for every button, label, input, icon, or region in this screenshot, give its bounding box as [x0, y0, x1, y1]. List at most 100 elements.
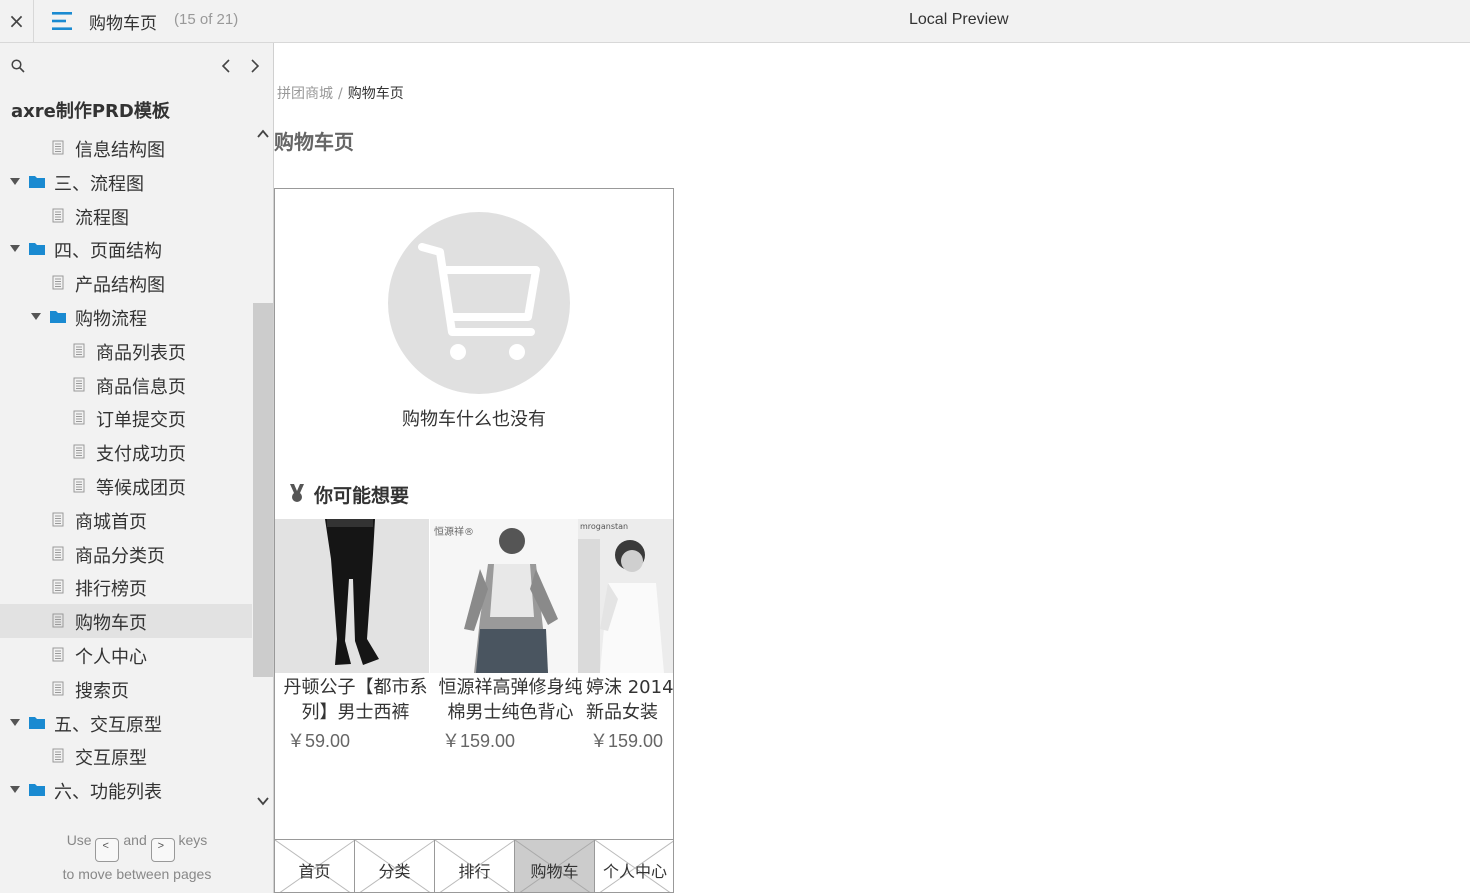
- scroll-up-icon[interactable]: [256, 127, 270, 141]
- product-card[interactable]: mroganstan 婷沫 2014新品女装 宽松 ￥159.00: [578, 519, 674, 759]
- caret-down-icon[interactable]: [10, 245, 20, 253]
- tree-item-label: 等候成团页: [96, 478, 186, 499]
- product-photo: 恒源祥®: [430, 519, 584, 673]
- tab-category[interactable]: 分类: [355, 840, 435, 892]
- brand-logo: 恒源祥®: [434, 525, 474, 538]
- folder-icon: [50, 311, 66, 323]
- product-name: 恒源祥高弹修身纯棉男士纯色背心: [438, 677, 583, 723]
- keyboard-hint: Use < and > keys to move between pages: [0, 828, 273, 887]
- product-image: 恒源祥®: [430, 519, 584, 673]
- page-icon: [73, 410, 85, 425]
- product-image: mroganstan: [578, 519, 673, 673]
- current-page-name: 购物车页: [89, 14, 157, 34]
- next-key-icon: >: [150, 838, 175, 862]
- tree-page[interactable]: 等候成团页: [0, 469, 252, 503]
- empty-cart-illustration: [388, 212, 570, 394]
- tree-item-label: 搜索页: [75, 680, 129, 702]
- next-page-button[interactable]: [245, 55, 265, 77]
- tree-page[interactable]: 排行榜页: [0, 570, 252, 604]
- tree-item-label: 流程图: [75, 207, 129, 229]
- page-icon: [52, 275, 64, 290]
- tree-page[interactable]: 信息结构图: [0, 131, 252, 165]
- caret-down-icon[interactable]: [31, 313, 41, 321]
- menu-icon[interactable]: [50, 11, 74, 31]
- scrollbar-thumb[interactable]: [253, 303, 273, 677]
- product-photo: mroganstan: [578, 519, 673, 673]
- tree-item-label: 商品信息页: [96, 376, 186, 398]
- tab-profile[interactable]: 个人中心: [595, 840, 673, 892]
- tree-page[interactable]: 交互原型: [0, 739, 252, 773]
- page-icon: [73, 377, 85, 392]
- tree-folder[interactable]: 四、页面结构: [0, 232, 252, 266]
- tree-page[interactable]: 搜索页: [0, 672, 252, 706]
- page-icon: [52, 546, 64, 561]
- tab-label: 排行: [458, 862, 491, 881]
- page-icon: [52, 748, 64, 763]
- chevron-left-icon: [221, 59, 230, 73]
- page-icon: [52, 681, 64, 696]
- tree-folder[interactable]: 六、功能列表: [0, 773, 252, 807]
- product-price: ￥159.00: [590, 731, 664, 751]
- tab-home[interactable]: 首页: [275, 840, 355, 892]
- scroll-down-icon[interactable]: [256, 794, 270, 808]
- tree-page[interactable]: 订单提交页: [0, 401, 252, 435]
- phone-mockup: 购物车什么也没有 你可能想要 丹顿公子【都市系列】男士西裤 ￥59.00 恒源祥…: [274, 188, 674, 893]
- tree-page[interactable]: 个人中心: [0, 638, 252, 672]
- tree-page[interactable]: 流程图: [0, 199, 252, 233]
- search-icon[interactable]: [10, 58, 26, 74]
- sitemap-sidebar: axre制作PRD模板 信息结构图 三、流程图流程图四、页面结构产品结构图 购物流程…: [0, 43, 274, 893]
- breadcrumb-parent-link[interactable]: 拼团商城: [277, 86, 333, 102]
- product-image: [275, 519, 429, 673]
- page-icon: [73, 343, 85, 358]
- top-bar: × 购物车页 (15 of 21) Local Preview: [0, 0, 1470, 43]
- caret-down-icon[interactable]: [10, 786, 20, 794]
- tree-folder[interactable]: 三、流程图: [0, 165, 252, 199]
- tab-ranking[interactable]: 排行: [435, 840, 515, 892]
- product-card[interactable]: 丹顿公子【都市系列】男士西裤 ￥59.00: [275, 519, 430, 759]
- page-icon: [52, 512, 64, 527]
- product-card[interactable]: 恒源祥® 恒源祥高弹修身纯棉男士纯色背心 ￥159.00: [430, 519, 585, 759]
- caret-down-icon[interactable]: [10, 718, 20, 727]
- tree-page[interactable]: 购物车页: [0, 604, 252, 639]
- tab-label: 购物车: [530, 862, 579, 881]
- project-name: axre制作PRD模板: [11, 101, 170, 122]
- product-photo: [275, 519, 429, 673]
- tree-page[interactable]: 商品信息页: [0, 368, 252, 402]
- tree-folder[interactable]: 五、交互原型: [0, 706, 252, 740]
- page-icon: [73, 444, 85, 459]
- tree-page[interactable]: 商品列表页: [0, 334, 252, 368]
- tree-page[interactable]: 产品结构图: [0, 266, 252, 300]
- prev-page-button[interactable]: [216, 55, 236, 77]
- tree-item-label: 购物车页: [75, 613, 147, 635]
- brand-logo: mroganstan: [580, 522, 628, 531]
- preview-label: Local Preview: [909, 11, 1009, 28]
- tree-item-label: 四、页面结构: [54, 241, 162, 263]
- tree-page[interactable]: 商城首页: [0, 503, 252, 537]
- folder-icon: [29, 175, 45, 188]
- breadcrumb-current: 购物车页: [347, 86, 404, 102]
- tree-item-label: 排行榜页: [75, 579, 147, 601]
- bottom-tab-bar: 首页 分类 排行 购物车 个人中心: [275, 839, 673, 892]
- cart-empty-message: 购物车什么也没有: [402, 409, 546, 430]
- recommend-title: 你可能想要: [314, 485, 410, 507]
- tree-item-label: 五、交互原型: [54, 714, 162, 736]
- page-icon: [52, 579, 64, 594]
- medal-icon: [290, 484, 304, 502]
- caret-down-icon[interactable]: [10, 177, 20, 186]
- page-title: 购物车页: [274, 130, 354, 154]
- tree-item-label: 商品列表页: [96, 342, 186, 364]
- page-counter: (15 of 21): [174, 11, 239, 28]
- shopping-cart-icon: [418, 243, 540, 360]
- breadcrumb-separator: /: [338, 86, 343, 102]
- tree-item-label: 个人中心: [75, 647, 147, 668]
- tree-folder[interactable]: 购物流程: [0, 300, 252, 334]
- tree-page[interactable]: 商品分类页: [0, 537, 252, 571]
- close-icon[interactable]: ×: [0, 0, 34, 42]
- tab-cart[interactable]: 购物车: [515, 840, 595, 892]
- page-icon: [73, 478, 85, 493]
- page-icon: [52, 140, 64, 155]
- hint-line2: to move between pages: [62, 866, 212, 882]
- hint-and: and: [123, 832, 147, 848]
- product-name: 婷沫 2014新品女装 宽松: [586, 677, 674, 723]
- tree-page[interactable]: 支付成功页: [0, 435, 252, 469]
